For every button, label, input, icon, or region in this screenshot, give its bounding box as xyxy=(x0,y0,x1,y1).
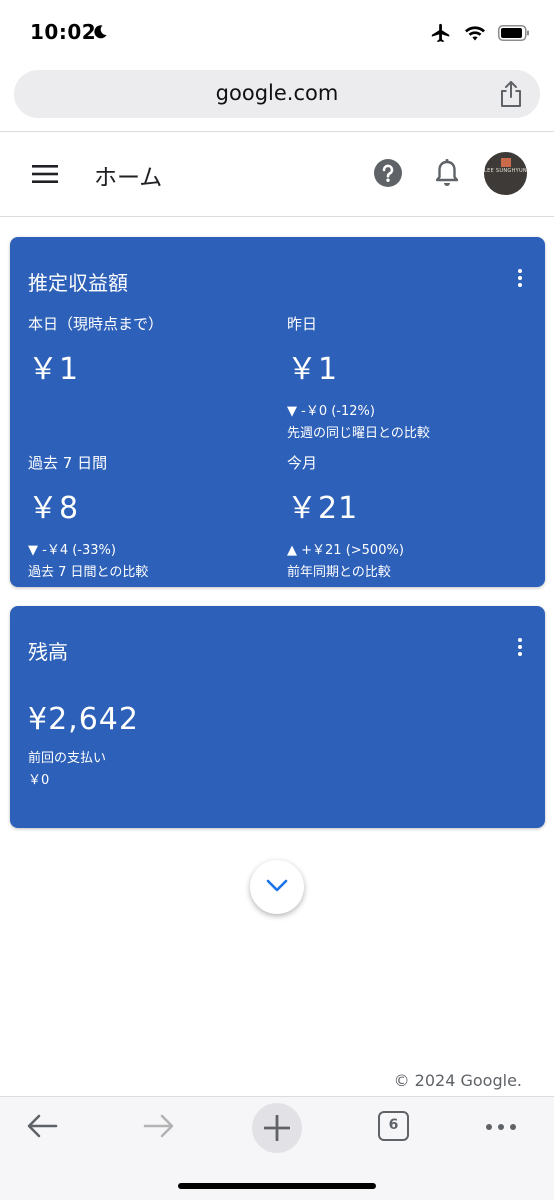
share-icon[interactable] xyxy=(498,80,524,108)
chevron-down-icon xyxy=(266,879,288,892)
metric-last-7-days: 過去 7 日間 ￥8 ▼ -￥4 (-33%) 過去 7 日間との比較 xyxy=(28,452,148,580)
metric-change: ▼ -￥0 (-12%) xyxy=(287,404,375,419)
metric-label: 昨日 xyxy=(287,315,318,333)
status-time: 10:02 xyxy=(30,20,97,44)
avatar-text: LEE SUNGHYUN xyxy=(484,168,527,174)
balance-value: ¥2,642 xyxy=(28,702,139,737)
tab-switcher-button[interactable]: 6 xyxy=(378,1111,409,1141)
back-arrow-icon[interactable] xyxy=(26,1113,58,1139)
estimated-earnings-card[interactable]: 推定収益額 本日（現時点まで） ￥1 昨日 ￥1 ▼ -￥0 (-12%) 先週… xyxy=(10,237,545,587)
copyright: © 2024 Google. xyxy=(393,1071,522,1090)
wifi-icon xyxy=(465,26,485,41)
metric-change: ▲ +￥21 (>500%) xyxy=(287,543,404,558)
new-tab-button[interactable] xyxy=(252,1103,302,1153)
metric-today: 本日（現時点まで） ￥1 xyxy=(28,313,163,388)
divider xyxy=(0,216,554,217)
last-payment-value: ￥0 xyxy=(28,773,50,788)
balance-card[interactable]: 残高 ¥2,642 前回の支払い ￥0 xyxy=(10,606,545,828)
forward-arrow-icon[interactable] xyxy=(143,1113,175,1139)
metric-compare: 先週の同じ曜日との比較 xyxy=(287,426,430,441)
home-indicator xyxy=(178,1183,376,1189)
metric-yesterday: 昨日 ￥1 ▼ -￥0 (-12%) 先週の同じ曜日との比較 xyxy=(287,313,430,441)
metric-label: 今月 xyxy=(287,454,318,472)
avatar-logo-mark xyxy=(501,158,511,167)
metric-value: ￥1 xyxy=(287,352,339,387)
status-bar: 10:02 xyxy=(0,0,554,66)
balance-metric: ¥2,642 前回の支払い ￥0 xyxy=(28,702,139,788)
metric-value: ￥1 xyxy=(28,352,80,387)
metric-value: ￥21 xyxy=(287,491,359,526)
help-icon[interactable] xyxy=(374,159,402,187)
more-options-icon[interactable] xyxy=(517,269,523,289)
address-bar[interactable]: google.com xyxy=(14,70,540,118)
metric-value: ￥8 xyxy=(28,491,80,526)
notifications-bell-icon[interactable] xyxy=(434,158,460,188)
last-payment-label: 前回の支払い xyxy=(28,751,107,766)
app-header: ホーム LEE SUNGHYUN xyxy=(0,132,554,216)
metric-label: 過去 7 日間 xyxy=(28,454,108,472)
airplane-icon xyxy=(431,23,450,43)
metric-compare: 過去 7 日間との比較 xyxy=(28,565,149,580)
metric-compare: 前年同期との比較 xyxy=(287,565,391,580)
card-title: 推定収益額 xyxy=(28,271,128,295)
expand-button[interactable] xyxy=(250,860,304,914)
moon-icon xyxy=(94,25,107,39)
status-icons xyxy=(430,22,530,44)
avatar[interactable]: LEE SUNGHYUN xyxy=(484,152,527,195)
metric-change: ▼ -￥4 (-33%) xyxy=(28,543,116,558)
more-options-icon[interactable] xyxy=(517,638,523,658)
card-title: 残高 xyxy=(28,640,68,664)
metric-this-month: 今月 ￥21 ▲ +￥21 (>500%) 前年同期との比較 xyxy=(287,452,404,580)
more-menu-icon[interactable] xyxy=(485,1123,517,1131)
metric-label: 本日（現時点まで） xyxy=(28,315,164,333)
page-title: ホーム xyxy=(94,165,163,191)
url-text: google.com xyxy=(215,81,339,105)
menu-icon[interactable] xyxy=(32,163,58,185)
battery-icon xyxy=(498,25,529,41)
plus-icon xyxy=(264,1115,290,1141)
